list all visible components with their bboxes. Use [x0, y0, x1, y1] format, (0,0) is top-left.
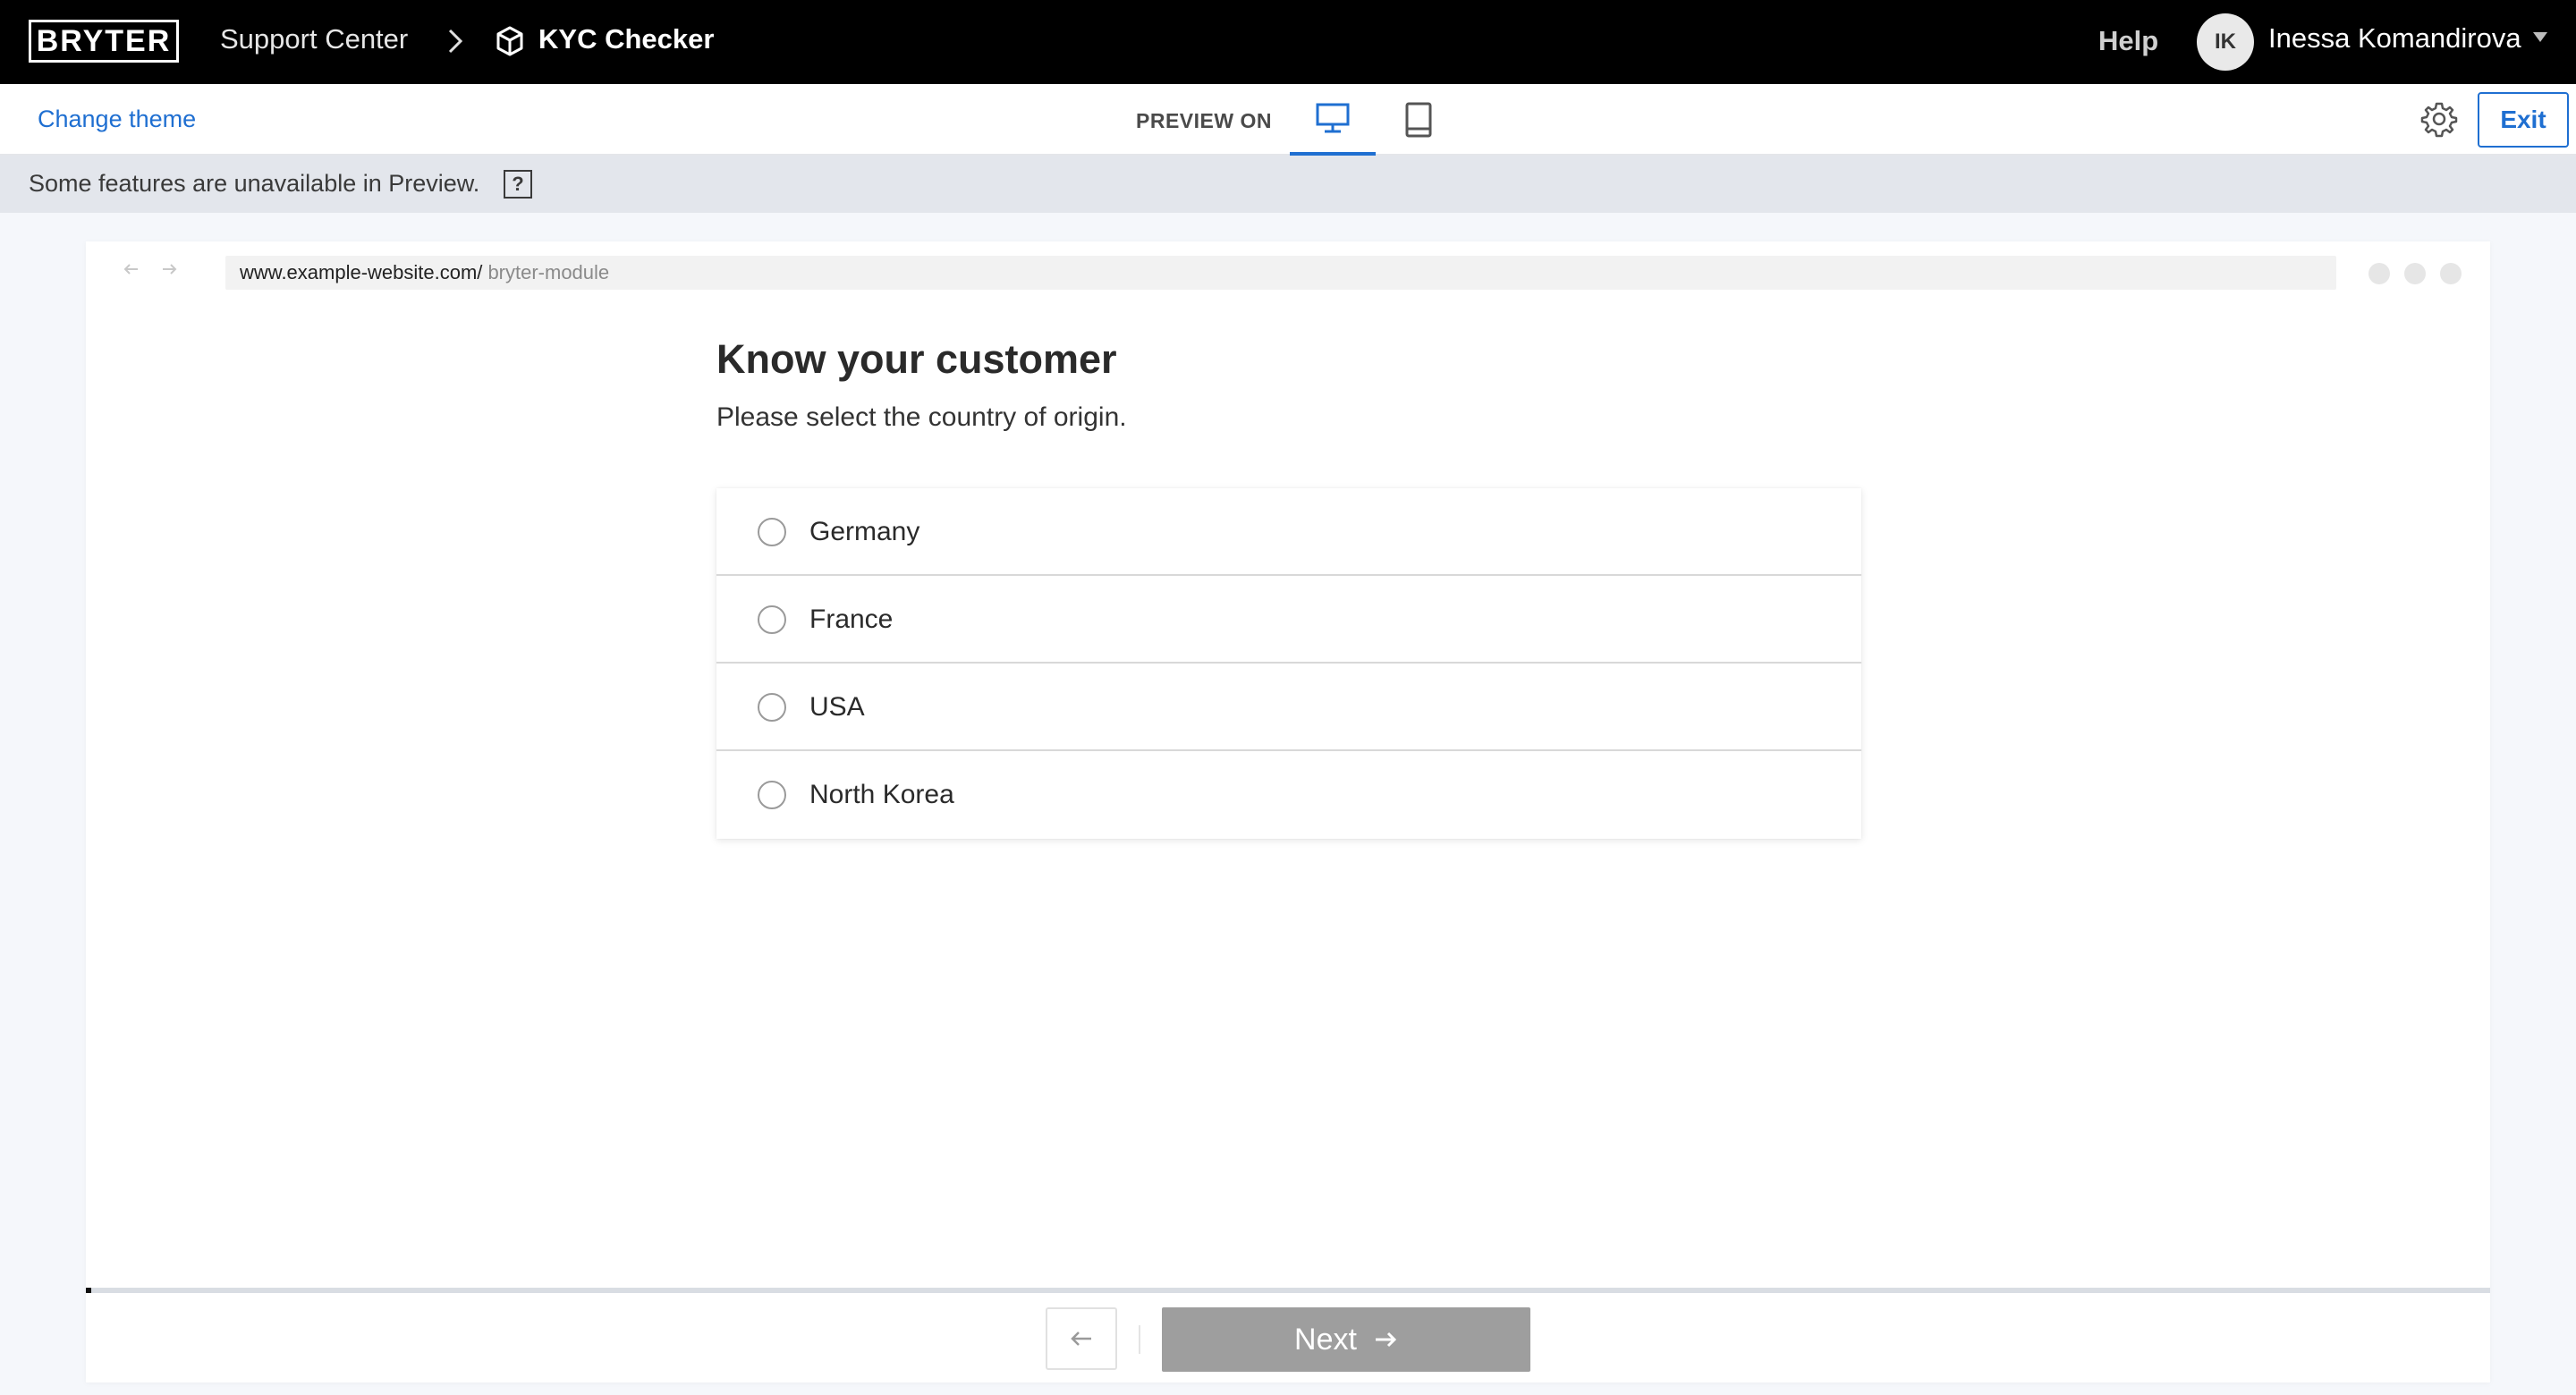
breadcrumb-kyc-checker: KYC Checker — [538, 23, 715, 55]
preview-on-label: PREVIEW ON — [1136, 109, 1272, 132]
arrow-left-icon — [1071, 1332, 1091, 1346]
window-dot-icon — [2404, 263, 2426, 284]
progress-fill — [86, 1288, 91, 1293]
preview-toolbar: Change theme PREVIEW ON Exit — [0, 84, 2576, 156]
option-label: USA — [809, 692, 865, 722]
tablet-icon — [1405, 102, 1432, 138]
option-usa[interactable]: USA — [716, 664, 1861, 751]
exit-button[interactable]: Exit — [2478, 92, 2569, 148]
radio-button[interactable] — [758, 781, 786, 809]
option-germany[interactable]: Germany — [716, 488, 1861, 576]
option-label: North Korea — [809, 780, 954, 809]
progress-bar — [86, 1288, 2490, 1293]
url-bar: www.example-website.com/ bryter-module — [225, 256, 2336, 290]
window-dot-icon — [2440, 263, 2462, 284]
gear-icon[interactable] — [2420, 100, 2458, 138]
caret-down-icon[interactable] — [2533, 32, 2547, 42]
browser-preview-frame: www.example-website.com/ bryter-module K… — [86, 241, 2490, 1382]
breadcrumb-support-center[interactable]: Support Center — [220, 23, 408, 55]
change-theme-link[interactable]: Change theme — [38, 106, 196, 133]
option-label: France — [809, 604, 894, 634]
next-button[interactable]: Next — [1162, 1307, 1530, 1372]
chevron-right-icon — [448, 29, 463, 54]
desktop-icon — [1316, 103, 1350, 133]
top-bar: BRYTER Support Center KYC Checker Help I… — [0, 0, 2576, 84]
back-button[interactable] — [1046, 1307, 1117, 1370]
avatar[interactable]: IK — [2197, 13, 2254, 71]
tab-tablet-preview[interactable] — [1376, 84, 1462, 156]
preview-notice-bar: Some features are unavailable in Preview… — [0, 156, 2576, 213]
help-link[interactable]: Help — [2098, 25, 2158, 57]
url-path: bryter-module — [487, 261, 610, 283]
window-controls — [2368, 263, 2462, 284]
bryter-logo[interactable]: BRYTER — [29, 20, 179, 63]
option-france[interactable]: France — [716, 576, 1861, 664]
country-options: Germany France USA North Korea — [716, 488, 1861, 839]
radio-button[interactable] — [758, 518, 786, 546]
url-host: www.example-website.com/ — [240, 261, 483, 283]
browser-nav-arrows-icon — [123, 264, 177, 275]
radio-button[interactable] — [758, 693, 786, 722]
radio-button[interactable] — [758, 605, 786, 634]
user-name[interactable]: Inessa Komandirova — [2268, 22, 2521, 55]
next-label: Next — [1294, 1322, 1357, 1357]
preview-notice-text: Some features are unavailable in Preview… — [29, 170, 480, 197]
button-divider — [1139, 1325, 1140, 1354]
arrow-right-icon — [1375, 1332, 1397, 1348]
page-title: Know your customer — [716, 336, 1117, 382]
help-icon[interactable]: ? — [504, 170, 532, 199]
window-dot-icon — [2368, 263, 2390, 284]
cube-icon — [496, 26, 523, 56]
option-north-korea[interactable]: North Korea — [716, 751, 1861, 839]
tab-desktop-preview[interactable] — [1290, 84, 1376, 156]
question-text: Please select the country of origin. — [716, 402, 1127, 432]
option-label: Germany — [809, 517, 920, 546]
